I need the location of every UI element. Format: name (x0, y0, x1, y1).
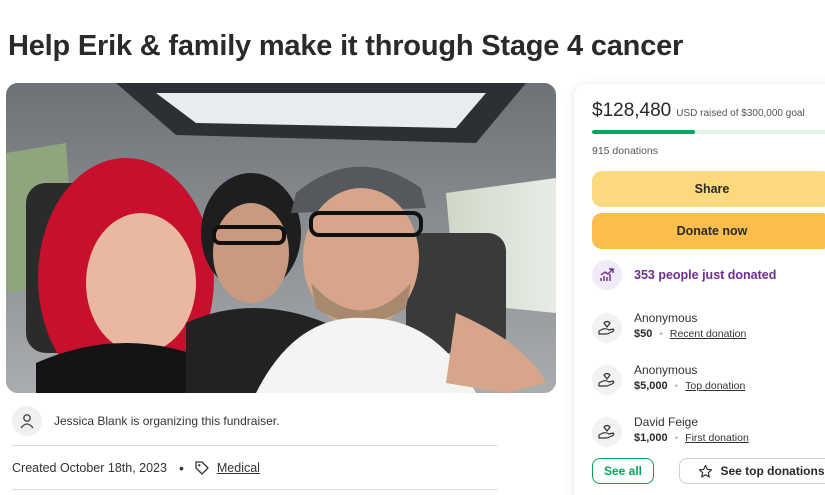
donor-item: Anonymous $5,000 • Top donation (592, 362, 745, 395)
organizer-text: Jessica Blank is organizing this fundrai… (54, 414, 280, 428)
donate-now-button[interactable]: Donate now (592, 213, 825, 249)
tag-icon (195, 461, 209, 475)
donor-name: Anonymous (634, 363, 698, 377)
donor-amount: $1,000 (634, 432, 668, 444)
category-link[interactable]: Medical (194, 460, 260, 476)
donor-amount: $5,000 (634, 380, 668, 392)
donor-item: Anonymous $50 • Recent donation (592, 310, 746, 343)
recent-activity-text: 353 people just donated (634, 268, 777, 282)
page-title: Help Erik & family make it through Stage… (8, 30, 684, 62)
donor-item: David Feige $1,000 • First donation (592, 414, 749, 447)
raised-amount: $128,480 (592, 100, 672, 121)
created-date: Created October 18th, 2023 (12, 461, 167, 475)
progress-bar (592, 130, 825, 134)
recent-activity: 353 people just donated (592, 260, 776, 290)
trending-up-icon (592, 260, 622, 290)
donor-amount: $50 (634, 328, 653, 340)
share-button[interactable]: Share (592, 171, 825, 207)
donation-count: 915 donations (592, 145, 658, 157)
amount-raised: $128,480 USD raised of $300,000 goal (592, 100, 805, 122)
donor-separator: • (674, 432, 679, 444)
donation-hand-icon (592, 365, 622, 395)
progress-fill (592, 130, 695, 134)
organizer-row: Jessica Blank is organizing this fundrai… (12, 406, 498, 446)
donation-type-link[interactable]: Top donation (685, 380, 745, 392)
raised-goal: USD raised of $300,000 goal (676, 108, 805, 119)
meta-separator: • (178, 460, 184, 476)
person-icon (12, 406, 42, 436)
donation-hand-icon (592, 417, 622, 447)
donor-name: Anonymous (634, 311, 698, 325)
donation-card: $128,480 USD raised of $300,000 goal 915… (574, 84, 825, 495)
category-label[interactable]: Medical (217, 461, 260, 475)
donation-type-link[interactable]: Recent donation (670, 328, 746, 340)
fundraiser-photo (6, 83, 556, 393)
divider (12, 489, 498, 490)
see-top-donations-button[interactable]: See top donations (679, 458, 825, 484)
donation-hand-icon (592, 313, 622, 343)
see-top-label[interactable]: See top donations (720, 464, 824, 478)
fundraiser-meta: Created October 18th, 2023 • Medical (12, 460, 260, 476)
see-all-button[interactable]: See all (592, 458, 654, 484)
donor-separator: • (659, 328, 663, 340)
donor-name: David Feige (634, 415, 699, 429)
donor-separator: • (674, 380, 679, 392)
donation-type-link[interactable]: First donation (685, 432, 749, 444)
star-icon (699, 464, 713, 478)
